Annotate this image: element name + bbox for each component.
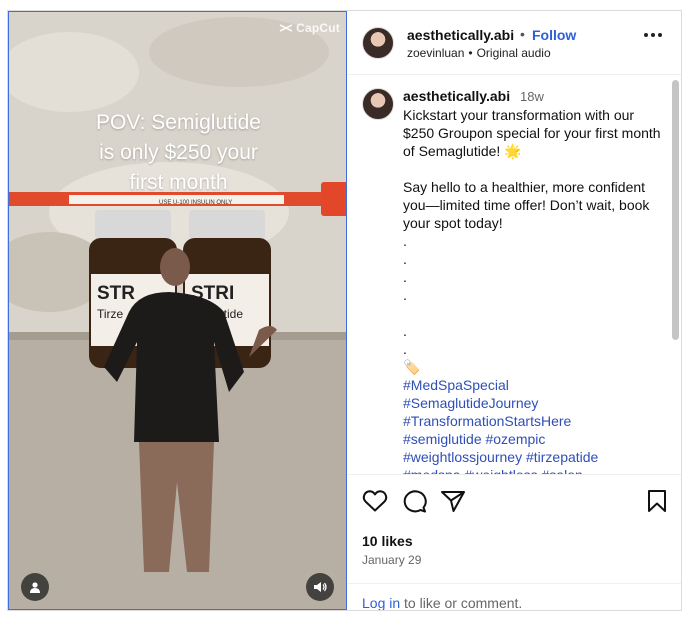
capcut-watermark: CapCut bbox=[279, 21, 340, 35]
watermark-text: CapCut bbox=[296, 21, 340, 35]
caption-line bbox=[403, 304, 668, 322]
bookmark-icon bbox=[648, 490, 666, 512]
hashtag-link[interactable]: #weightlossjourney #tirzepatide bbox=[403, 448, 668, 466]
post-date[interactable]: January 29 bbox=[362, 553, 421, 567]
original-audio-link[interactable]: Original audio bbox=[477, 46, 551, 60]
save-button[interactable] bbox=[646, 489, 668, 518]
comments-panel[interactable]: aesthetically.abi 18w Kickstart your tra… bbox=[348, 76, 681, 474]
caption-line: . bbox=[403, 287, 407, 303]
syringe-label: USE U-100 INSULIN ONLY bbox=[159, 200, 232, 206]
audio-user-link[interactable]: zoevinluan bbox=[407, 46, 464, 60]
hashtag-link[interactable]: #SemaglutideJourney bbox=[403, 394, 668, 412]
tagged-users-button[interactable] bbox=[21, 573, 49, 601]
caption-line: . bbox=[403, 341, 407, 357]
caption-line: . bbox=[403, 233, 407, 249]
post-header: aesthetically.abi • Follow zoevinluan • Or… bbox=[348, 11, 681, 75]
post-actions: 10 likes January 29 Log in to like or co… bbox=[348, 474, 681, 611]
caption-line: . bbox=[403, 323, 407, 339]
video-overlay-text: POV: Semiglutide is only $250 your first… bbox=[9, 108, 346, 198]
comment-button[interactable] bbox=[401, 489, 427, 518]
likes-count[interactable]: 10 likes bbox=[362, 533, 413, 549]
caption-line: . bbox=[403, 251, 407, 267]
volume-icon bbox=[314, 582, 327, 592]
mute-toggle-button[interactable] bbox=[306, 573, 334, 601]
video-frame-illustration: USE U-100 INSULIN ONLY STR Tirze STRI ma… bbox=[9, 12, 346, 609]
heart-icon bbox=[362, 490, 388, 512]
author-avatar[interactable] bbox=[362, 27, 394, 59]
capcut-logo-icon bbox=[279, 24, 293, 32]
hashtag-link[interactable]: #TransformationStartsHere bbox=[403, 412, 668, 430]
overlay-line: is only $250 your bbox=[99, 141, 258, 164]
user-tag-icon bbox=[30, 582, 40, 593]
caption-line bbox=[403, 160, 668, 178]
caption-line: Kickstart your transformation with our $… bbox=[403, 107, 661, 159]
like-button[interactable] bbox=[362, 489, 388, 518]
caption-line: . bbox=[403, 269, 407, 285]
login-prompt: Log in to like or comment. bbox=[348, 583, 681, 611]
share-button[interactable] bbox=[440, 489, 466, 518]
login-prompt-text: to like or comment. bbox=[400, 595, 523, 611]
login-link[interactable]: Log in bbox=[362, 595, 400, 610]
caption-text: Kickstart your transformation with our $… bbox=[403, 106, 668, 474]
audio-attribution: zoevinluan • Original audio bbox=[407, 46, 551, 60]
comments-scrollbar[interactable] bbox=[672, 80, 679, 340]
caption-timestamp[interactable]: 18w bbox=[520, 89, 544, 104]
caption-line: 🏷️ bbox=[403, 359, 421, 375]
caption-username[interactable]: aesthetically.abi bbox=[403, 88, 510, 104]
follow-button[interactable]: Follow bbox=[532, 27, 576, 43]
more-options-icon[interactable] bbox=[644, 33, 662, 37]
audio-separator: • bbox=[468, 46, 473, 60]
hashtag-link[interactable]: #medspa #weightloss #salon bbox=[403, 466, 668, 474]
svg-text:Tirze: Tirze bbox=[97, 307, 124, 321]
hashtag-link[interactable]: #semiglutide #ozempic bbox=[403, 430, 668, 448]
reel-video[interactable]: USE U-100 INSULIN ONLY STR Tirze STRI ma… bbox=[8, 11, 347, 610]
send-icon bbox=[441, 491, 465, 512]
caption-line: Say hello to a healthier, more confident… bbox=[403, 179, 650, 231]
hashtag-link[interactable]: #MedSpaSpecial bbox=[403, 376, 668, 394]
separator-dot: • bbox=[520, 26, 525, 42]
author-username[interactable]: aesthetically.abi bbox=[407, 27, 514, 43]
overlay-line: first month bbox=[129, 171, 228, 194]
post-container: USE U-100 INSULIN ONLY STR Tirze STRI ma… bbox=[7, 10, 682, 611]
svg-text:STR: STR bbox=[97, 283, 135, 304]
caption-avatar[interactable] bbox=[362, 88, 394, 120]
comment-icon bbox=[403, 490, 427, 513]
overlay-line: POV: Semiglutide bbox=[96, 111, 261, 134]
